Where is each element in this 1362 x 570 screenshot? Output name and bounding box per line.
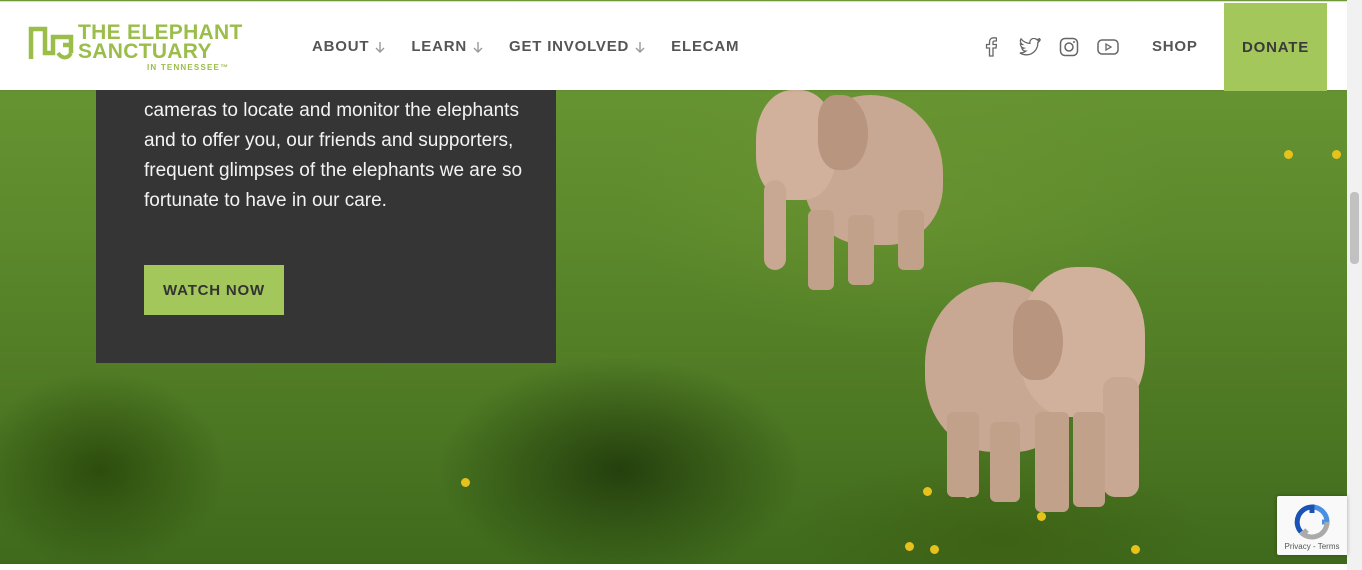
arrow-down-icon [375, 41, 385, 53]
instagram-icon[interactable] [1058, 36, 1080, 58]
watch-now-button[interactable]: WATCH NOW [144, 265, 284, 315]
recaptcha-terms-link[interactable]: Terms [1318, 542, 1340, 551]
facebook-icon[interactable] [980, 36, 1002, 58]
social-links [980, 2, 1136, 91]
elephant-left [748, 90, 948, 290]
nav-item-about[interactable]: ABOUT [312, 38, 385, 55]
card-description: cameras to locate and monitor the elepha… [144, 100, 523, 211]
nav-item-elecam[interactable]: ELECAM [671, 38, 739, 55]
recaptcha-links: Privacy - Terms [1277, 542, 1347, 551]
main-nav: ABOUT LEARN GET INVOLVED ELECAM [312, 2, 765, 91]
logo-line-3: IN TENNESSEE™ [147, 63, 230, 72]
recaptcha-icon [1293, 504, 1331, 545]
nav-item-label: ABOUT [312, 38, 370, 55]
arrow-down-icon [473, 41, 483, 53]
youtube-icon[interactable] [1097, 36, 1119, 58]
arrow-down-icon [635, 41, 645, 53]
nav-item-label: GET INVOLVED [509, 38, 630, 55]
nav-item-get-involved[interactable]: GET INVOLVED [509, 38, 645, 55]
elephant-logo-icon [28, 23, 74, 66]
page-bottom-edge [0, 564, 1347, 570]
recaptcha-separator: - [1310, 542, 1318, 551]
vertical-scrollbar[interactable] [1347, 0, 1362, 570]
recaptcha-badge[interactable]: Privacy - Terms [1277, 496, 1347, 555]
nav-item-label: ELECAM [671, 38, 740, 55]
site-header: THE ELEPHANT SANCTUARY IN TENNESSEE™ ABO… [0, 1, 1347, 91]
nav-item-label: LEARN [411, 38, 467, 55]
shop-link[interactable]: SHOP [1152, 2, 1198, 91]
recaptcha-privacy-link[interactable]: Privacy [1285, 542, 1311, 551]
twitter-icon[interactable] [1019, 36, 1041, 58]
scrollbar-thumb[interactable] [1350, 192, 1359, 264]
donate-button[interactable]: DONATE [1224, 3, 1327, 91]
elecam-card: cameras to locate and monitor the elepha… [96, 90, 556, 363]
site-logo[interactable]: THE ELEPHANT SANCTUARY IN TENNESSEE™ [28, 21, 253, 73]
logo-line-2: SANCTUARY [78, 40, 212, 63]
elephant-right [925, 262, 1150, 517]
nav-item-learn[interactable]: LEARN [411, 38, 483, 55]
